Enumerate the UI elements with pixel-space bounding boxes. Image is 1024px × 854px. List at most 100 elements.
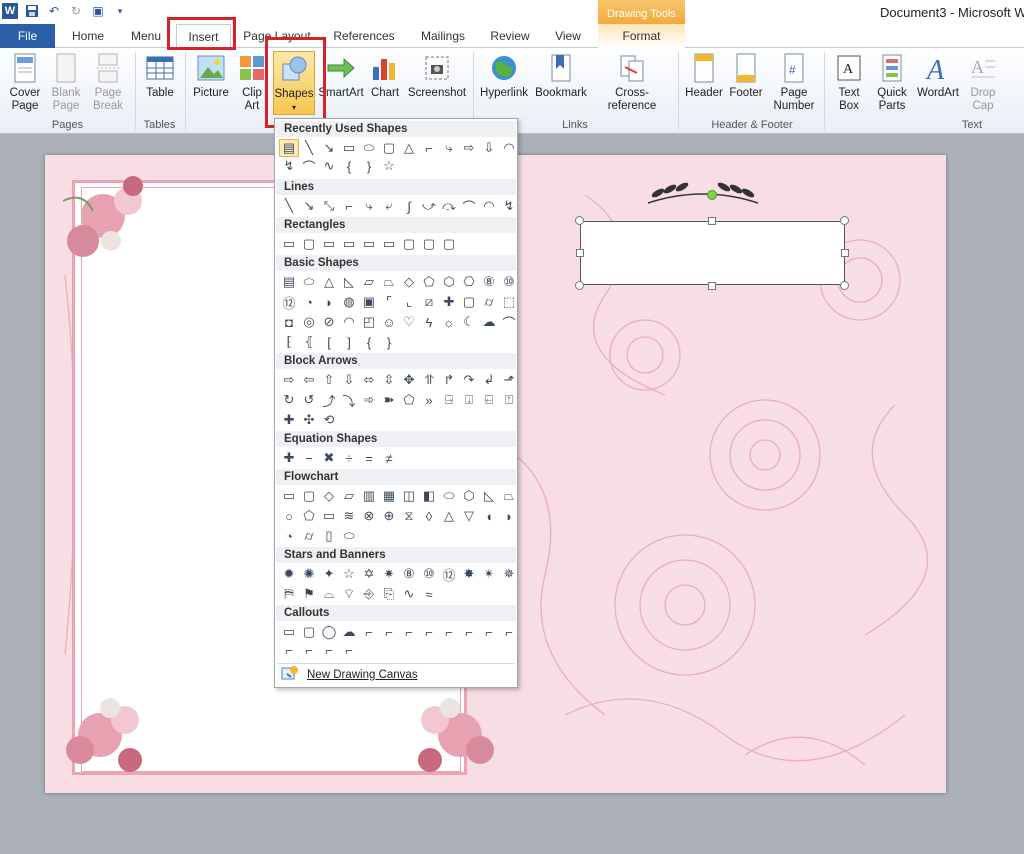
cross-reference-button[interactable]: Cross-reference — [591, 52, 673, 113]
thirty-two-point-star-icon[interactable]: ✵ — [499, 565, 519, 583]
flowchart-manual-input-icon[interactable]: ◺ — [479, 487, 499, 505]
undo-icon[interactable]: ↶ — [46, 3, 62, 19]
twenty-four-point-star-icon[interactable]: ✴ — [479, 565, 499, 583]
tab-format[interactable]: Format — [598, 24, 685, 48]
page-number-button[interactable]: # Page Number — [768, 52, 820, 113]
hyperlink-button[interactable]: Hyperlink — [478, 52, 530, 100]
donut-icon[interactable]: ◎ — [299, 313, 319, 331]
right-triangle-icon[interactable]: ◺ — [339, 273, 359, 291]
cross-icon[interactable]: ✚ — [439, 293, 459, 311]
up-arrow-icon[interactable]: ⇧ — [319, 371, 339, 389]
right-bracket-icon[interactable]: ] — [339, 333, 359, 351]
curved-up-ribbon-icon[interactable]: ⌓ — [319, 585, 339, 603]
tab-home[interactable]: Home — [68, 24, 108, 48]
line-callout-1-no-border-icon[interactable]: ⌐ — [479, 623, 499, 641]
curved-right-arrow-icon[interactable]: ↻ — [279, 391, 299, 409]
horizontal-scroll-icon[interactable]: ⎘ — [379, 585, 399, 603]
eight-point-star-icon[interactable]: ⑧ — [399, 565, 419, 583]
double-brace-icon[interactable]: ⦃ — [299, 333, 319, 351]
left-bracket-icon[interactable]: [ — [319, 333, 339, 351]
down-arrow-icon[interactable]: ⇩ — [339, 371, 359, 389]
round-diagonal-rectangle-icon[interactable]: ▢ — [439, 235, 459, 253]
right-arrow-icon[interactable]: ⇨ — [279, 371, 299, 389]
flowchart-stored-data-icon[interactable]: ◖ — [479, 507, 499, 525]
redo-icon[interactable]: ↻ — [68, 3, 84, 19]
arrow-line-icon[interactable]: ↘ — [299, 197, 319, 215]
five-point-star-icon[interactable]: ☆ — [339, 565, 359, 583]
snip-same-side-rectangle-icon[interactable]: ▭ — [339, 235, 359, 253]
down-arrow-icon[interactable]: ⇩ — [479, 139, 499, 157]
teardrop-icon[interactable]: ◍ — [339, 293, 359, 311]
flowchart-direct-access-icon[interactable]: ▯ — [319, 527, 339, 545]
left-brace-icon[interactable]: { — [339, 157, 359, 175]
flowchart-display-icon[interactable]: ⬭ — [339, 527, 359, 545]
half-frame-icon[interactable]: ⌜ — [379, 293, 399, 311]
picture-button[interactable]: Picture — [190, 52, 232, 100]
u-turn-arrow-icon[interactable]: ↷ — [459, 371, 479, 389]
resize-handle[interactable] — [576, 249, 584, 257]
no-symbol-icon[interactable]: ⊘ — [319, 313, 339, 331]
line-callout-2-no-border-icon[interactable]: ⌐ — [499, 623, 519, 641]
down-ribbon-icon[interactable]: ⚑ — [299, 585, 319, 603]
hexagon-icon[interactable]: ⬡ — [439, 273, 459, 291]
chart-button[interactable]: Chart — [368, 52, 402, 100]
triangle-icon[interactable]: △ — [319, 273, 339, 291]
flowchart-extract-icon[interactable]: △ — [439, 507, 459, 525]
bevel-icon[interactable]: ◘ — [279, 313, 299, 331]
sixteen-point-star-icon[interactable]: ✸ — [459, 565, 479, 583]
flowchart-document-icon[interactable]: ◫ — [399, 487, 419, 505]
trapezoid-icon[interactable]: ⏢ — [379, 273, 399, 291]
tab-mailings[interactable]: Mailings — [416, 24, 470, 48]
circular-arrow-icon[interactable]: ⟲ — [319, 411, 339, 429]
text-box-shape-icon[interactable]: ▤ — [279, 139, 299, 157]
flowchart-internal-storage-icon[interactable]: ▦ — [379, 487, 399, 505]
line-callout-2-accent-icon[interactable]: ⌐ — [439, 623, 459, 641]
tab-file[interactable]: File — [0, 24, 55, 48]
cloud-callout-icon[interactable]: ☁ — [339, 623, 359, 641]
flowchart-sort-icon[interactable]: ◊ — [419, 507, 439, 525]
quick-parts-button[interactable]: Quick Parts — [872, 52, 912, 113]
left-arrow-icon[interactable]: ⇦ — [299, 371, 319, 389]
rounded-rectangle-shape-icon[interactable]: ▢ — [379, 139, 399, 157]
flowchart-or-icon[interactable]: ⊕ — [379, 507, 399, 525]
can-icon[interactable]: ⌭ — [479, 293, 499, 311]
double-arrow-line-icon[interactable]: ⤡ — [319, 197, 339, 215]
elbow-double-arrow-icon[interactable]: ⤶ — [379, 197, 399, 215]
tab-review[interactable]: Review — [486, 24, 534, 48]
cloud-icon[interactable]: ☁ — [479, 313, 499, 331]
screenshot-button[interactable]: Screenshot — [407, 52, 467, 100]
flowchart-multidocument-icon[interactable]: ◧ — [419, 487, 439, 505]
folded-corner-icon[interactable]: ◰ — [359, 313, 379, 331]
four-point-star-icon[interactable]: ✦ — [319, 565, 339, 583]
freeform-icon[interactable]: ◠ — [499, 139, 519, 157]
flowchart-process-icon[interactable]: ▭ — [279, 487, 299, 505]
division-icon[interactable]: ÷ — [339, 449, 359, 467]
customize-icon[interactable]: ▾ — [112, 3, 128, 19]
freeform-icon[interactable]: ◠ — [479, 197, 499, 215]
line-callout-3-accent-icon[interactable]: ⌐ — [459, 623, 479, 641]
left-right-up-arrow-icon[interactable]: ⥣ — [419, 371, 439, 389]
flowchart-preparation-icon[interactable]: ⬡ — [459, 487, 479, 505]
drop-cap-button[interactable]: A Drop Cap — [964, 52, 1002, 113]
explosion-2-icon[interactable]: ✺ — [299, 565, 319, 583]
curved-up-arrow-icon[interactable]: ⤴ — [319, 391, 339, 409]
wave-icon[interactable]: ∿ — [399, 585, 419, 603]
bent-up-arrow-icon[interactable]: ⬏ — [499, 371, 519, 389]
flowchart-delay-icon[interactable]: ◗ — [499, 507, 519, 525]
flowchart-decision-icon[interactable]: ◇ — [319, 487, 339, 505]
striped-right-arrow-icon[interactable]: ➾ — [359, 391, 379, 409]
bookmark-button[interactable]: Bookmark — [533, 52, 589, 100]
left-right-arrow-callout-icon[interactable]: ✚ — [279, 411, 299, 429]
elbow-connector-icon[interactable]: ⌐ — [419, 139, 439, 157]
right-brace-icon[interactable]: } — [359, 157, 379, 175]
line-icon[interactable]: ╲ — [279, 197, 299, 215]
page-break-button[interactable]: Page Break — [90, 52, 126, 113]
curve-icon[interactable]: ⌒ — [299, 157, 319, 175]
wordart-button[interactable]: A WordArt — [914, 52, 962, 100]
star-icon[interactable]: ☆ — [379, 157, 399, 175]
snip-diagonal-rectangle-icon[interactable]: ▭ — [359, 235, 379, 253]
quad-arrow-callout-icon[interactable]: ✣ — [299, 411, 319, 429]
tab-view[interactable]: View — [550, 24, 586, 48]
resize-handle[interactable] — [708, 282, 716, 290]
up-down-arrow-icon[interactable]: ⇳ — [379, 371, 399, 389]
